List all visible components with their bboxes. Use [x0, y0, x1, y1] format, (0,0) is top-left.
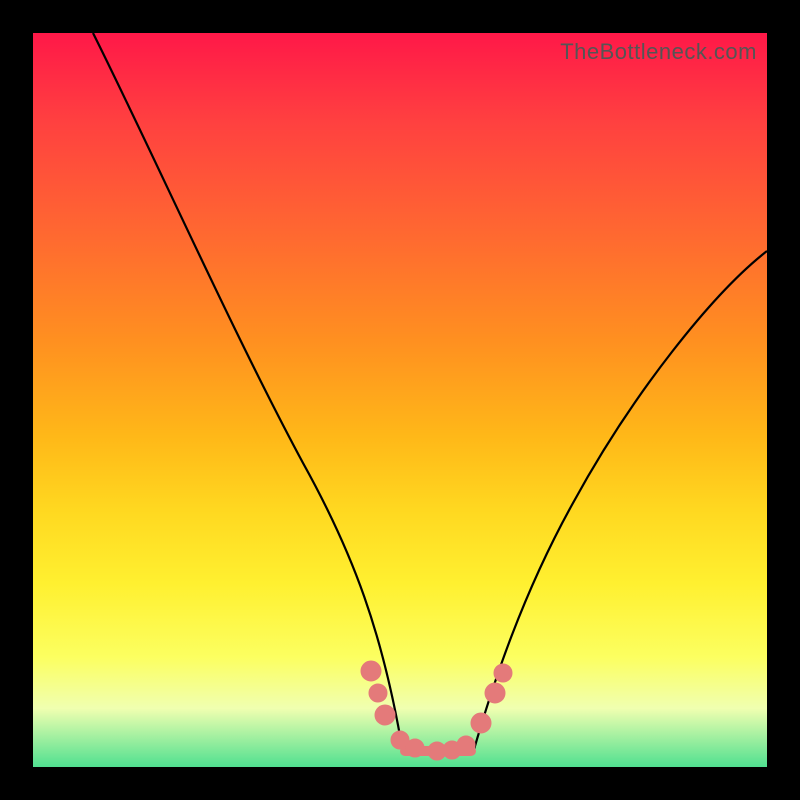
chart-frame: TheBottleneck.com: [0, 0, 800, 800]
chart-svg: [33, 33, 767, 767]
chart-plot-area: TheBottleneck.com: [33, 33, 767, 767]
watermark-text: TheBottleneck.com: [560, 39, 757, 65]
marker-group: [361, 661, 512, 760]
curve-left: [93, 33, 403, 753]
curve-right: [473, 251, 767, 753]
